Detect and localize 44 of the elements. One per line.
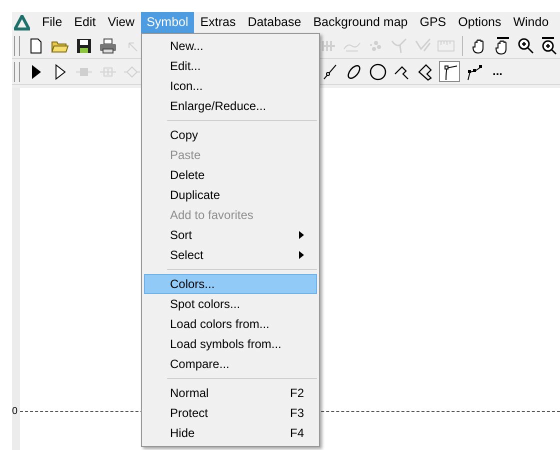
menu-bar-item[interactable]: Windo: [507, 12, 555, 33]
save-icon: [75, 36, 94, 54]
menu-item[interactable]: Load colors from...: [144, 314, 317, 334]
menu-item[interactable]: Protect F3: [144, 403, 317, 423]
menu-item[interactable]: Spot colors...: [144, 294, 317, 314]
menu-item[interactable]: Edit...: [144, 56, 317, 76]
menu-item[interactable]: Delete: [144, 165, 317, 185]
menu-item[interactable]: Enlarge/Reduce...: [144, 96, 317, 116]
hand-icon: [494, 36, 512, 54]
menu-item[interactable]: Hide F4: [144, 423, 317, 443]
menu-item[interactable]: Duplicate: [144, 185, 317, 205]
zoom-in-icon: [517, 36, 536, 54]
menu-bar-item[interactable]: File: [36, 12, 68, 33]
tool-button[interactable]: [439, 61, 460, 82]
menu-item[interactable]: Load symbols from...: [144, 334, 317, 354]
circle-icon: [368, 62, 386, 80]
app-logo-icon: [14, 14, 30, 30]
ellipse-icon: [344, 62, 362, 80]
tool-button[interactable]: [367, 61, 388, 82]
menu-item[interactable]: Compare...: [144, 354, 317, 374]
menu-bar-item[interactable]: Database: [242, 12, 308, 33]
menu-bar-item[interactable]: Background map: [307, 12, 414, 33]
menu-bar-item[interactable]: Extras: [194, 12, 242, 33]
menu-item[interactable]: Select: [144, 245, 317, 265]
polygon-icon: [416, 62, 434, 80]
caret-icon: [299, 231, 304, 239]
menu-item[interactable]: Sort: [144, 225, 317, 245]
menu-bar-item[interactable]: GPS: [414, 12, 452, 33]
menu-item[interactable]: Colors...: [144, 274, 317, 294]
menu-bar-item[interactable]: Options: [452, 12, 508, 33]
ruler-label: 0: [12, 406, 19, 417]
line-icon: [320, 62, 338, 80]
menu-bar-item[interactable]: View: [102, 12, 141, 33]
curve-icon: [390, 36, 408, 54]
menu-bar-item[interactable]: Edit: [68, 12, 102, 33]
menu-item[interactable]: Icon...: [144, 76, 317, 96]
menu-item[interactable]: Copy: [144, 125, 317, 145]
zoom-icon: [540, 36, 559, 54]
polyline-icon: [464, 62, 482, 80]
printer-icon: [99, 36, 118, 54]
menu-item[interactable]: Normal F2: [144, 383, 317, 403]
caret-icon: [299, 251, 304, 259]
menu-item[interactable]: New...: [144, 36, 317, 56]
more-tools-button[interactable]: ...: [487, 61, 508, 82]
